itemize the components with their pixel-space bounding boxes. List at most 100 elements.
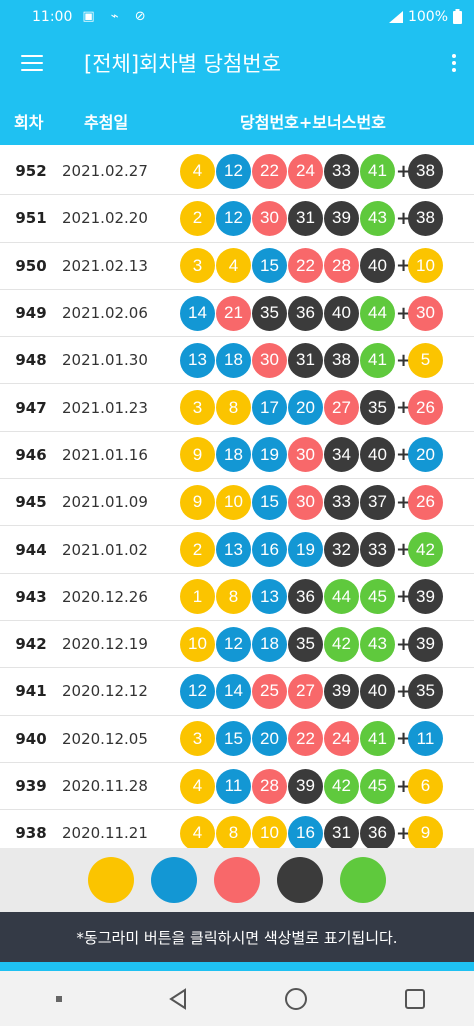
- number-ball: 33: [324, 153, 359, 189]
- bonus-ball: 20: [408, 437, 443, 473]
- number-ball: 37: [360, 484, 395, 520]
- draw-date: 2021.01.16: [62, 445, 148, 464]
- number-ball: 30: [252, 342, 287, 378]
- bonus-ball: 38: [408, 153, 443, 189]
- number-ball: 17: [252, 390, 287, 426]
- bonus-ball: 10: [408, 248, 443, 284]
- bonus-ball: 42: [408, 532, 443, 568]
- number-ball: 12: [216, 626, 251, 662]
- table-row[interactable]: 939 2020.11.28 4 11 28 39 42 45 +6: [0, 763, 474, 811]
- number-ball: 39: [324, 200, 359, 236]
- column-round: 회차: [14, 113, 44, 132]
- table-row[interactable]: 944 2021.01.02 2 13 16 19 32 33 +42: [0, 526, 474, 574]
- more-options-button[interactable]: [434, 33, 474, 93]
- plus-sign: +: [396, 539, 412, 561]
- number-ball: 35: [360, 390, 395, 426]
- number-ball: 41: [360, 153, 395, 189]
- table-row[interactable]: 941 2020.12.12 12 14 25 27 39 40 +35: [0, 668, 474, 716]
- table-row[interactable]: 945 2021.01.09 9 10 15 30 33 37 +26: [0, 479, 474, 527]
- back-button[interactable]: [148, 971, 208, 1026]
- status-bar: 11:00 ▣ ⌁ ⊘ 100%: [0, 0, 474, 33]
- number-ball: 33: [360, 532, 395, 568]
- number-ball: 4: [180, 815, 215, 848]
- draw-date: 2020.12.12: [62, 682, 148, 701]
- number-ball: 44: [324, 579, 359, 615]
- draw-results-list[interactable]: 952 2021.02.27 4 12 22 24 33 41 +38 951 2021.02.20…: [0, 148, 474, 848]
- table-row[interactable]: 946 2021.01.16 9 18 19 30 34 40 +20: [0, 432, 474, 480]
- signal-icon: [388, 10, 403, 23]
- color-filter-bar: [0, 848, 474, 912]
- table-row[interactable]: 940 2020.12.05 3 15 20 22 24 41 +11: [0, 716, 474, 763]
- number-ball: 9: [180, 484, 215, 520]
- color-filter-green-button[interactable]: [340, 857, 386, 903]
- more-vert-icon: [452, 54, 456, 58]
- round-number: 947: [15, 398, 47, 417]
- number-ball: 42: [324, 626, 359, 662]
- page-title: [전체]회차별 당첨번호: [84, 52, 281, 76]
- number-ball: 40: [360, 673, 395, 709]
- winning-numbers: 13 18 30 31 38 41 +5: [180, 342, 444, 378]
- number-ball: 10: [216, 484, 251, 520]
- number-ball: 4: [216, 248, 251, 284]
- table-row[interactable]: 952 2021.02.27 4 12 22 24 33 41 +38: [0, 148, 474, 196]
- winning-numbers: 3 4 15 22 28 40 +10: [180, 248, 444, 284]
- table-row[interactable]: 951 2021.02.20 2 12 30 31 39 43 +38: [0, 195, 474, 243]
- menu-button[interactable]: [0, 33, 64, 93]
- table-row[interactable]: 949 2021.02.06 14 21 35 36 40 44 +30: [0, 290, 474, 338]
- table-row[interactable]: 947 2021.01.23 3 8 17 20 27 35 +26: [0, 384, 474, 432]
- number-ball: 21: [216, 295, 251, 331]
- home-icon: [285, 987, 308, 1010]
- number-ball: 8: [216, 390, 251, 426]
- table-row[interactable]: 948 2021.01.30 13 18 30 31 38 41 +5: [0, 337, 474, 385]
- number-ball: 39: [324, 673, 359, 709]
- home-button[interactable]: [266, 971, 326, 1026]
- color-filter-blue-button[interactable]: [151, 857, 197, 903]
- number-ball: 30: [288, 437, 323, 473]
- plus-sign: +: [396, 491, 412, 513]
- winning-numbers: 1 8 13 36 44 45 +39: [180, 579, 444, 615]
- plus-sign: +: [396, 444, 412, 466]
- number-ball: 31: [288, 342, 323, 378]
- number-ball: 40: [360, 437, 395, 473]
- recents-button[interactable]: [385, 971, 445, 1026]
- number-ball: 34: [324, 437, 359, 473]
- table-row[interactable]: 950 2021.02.13 3 4 15 22 28 40 +10: [0, 243, 474, 290]
- winning-numbers: 3 15 20 22 24 41 +11: [180, 721, 444, 757]
- plus-sign: +: [396, 302, 412, 324]
- draw-date: 2020.11.21: [62, 824, 148, 843]
- color-filter-yellow-button[interactable]: [88, 857, 134, 903]
- draw-date: 2021.02.20: [62, 209, 148, 228]
- number-ball: 15: [216, 721, 251, 757]
- number-ball: 8: [216, 579, 251, 615]
- number-ball: 35: [252, 295, 287, 331]
- menu-icon: [21, 55, 43, 71]
- nav-extra-button[interactable]: [29, 971, 89, 1026]
- draw-date: 2020.12.19: [62, 635, 148, 654]
- winning-numbers: 9 10 15 30 33 37 +26: [180, 484, 444, 520]
- number-ball: 45: [360, 579, 395, 615]
- table-row[interactable]: 943 2020.12.26 1 8 13 36 44 45 +39: [0, 574, 474, 621]
- round-number: 949: [15, 304, 47, 323]
- number-ball: 36: [288, 579, 323, 615]
- plus-sign: +: [396, 680, 412, 702]
- color-filter-gray-button[interactable]: [277, 857, 323, 903]
- number-ball: 4: [180, 153, 215, 189]
- number-ball: 12: [180, 673, 215, 709]
- number-ball: 4: [180, 768, 215, 804]
- number-ball: 44: [360, 295, 395, 331]
- table-row[interactable]: 938 2020.11.21 4 8 10 16 31 36 +9: [0, 810, 474, 848]
- number-ball: 20: [252, 721, 287, 757]
- bonus-ball: 30: [408, 295, 443, 331]
- number-ball: 1: [180, 579, 215, 615]
- number-ball: 2: [180, 200, 215, 236]
- color-filter-red-button[interactable]: [214, 857, 260, 903]
- draw-date: 2021.01.30: [62, 351, 148, 370]
- bonus-ball: 35: [408, 673, 443, 709]
- number-ball: 8: [216, 815, 251, 848]
- table-row[interactable]: 942 2020.12.19 10 12 18 35 42 43 +39: [0, 621, 474, 669]
- draw-date: 2020.12.05: [62, 729, 148, 748]
- number-ball: 3: [180, 721, 215, 757]
- number-ball: 30: [288, 484, 323, 520]
- number-ball: 16: [252, 532, 287, 568]
- number-ball: 22: [288, 248, 323, 284]
